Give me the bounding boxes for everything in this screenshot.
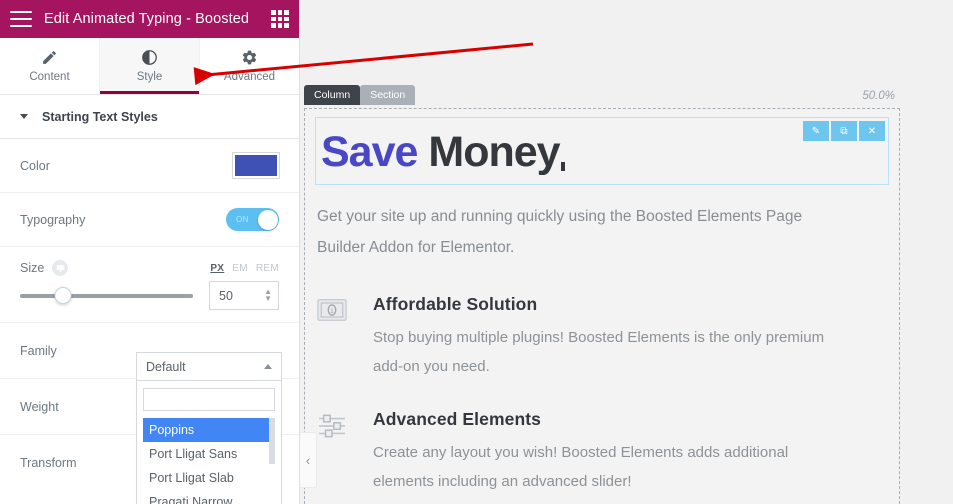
font-family-value: Default: [146, 359, 186, 374]
font-option-poppins[interactable]: Poppins: [143, 418, 275, 442]
feature-block-advanced: Advanced Elements Create any layout you …: [317, 409, 851, 496]
feature-block-affordable: 1 Affordable Solution Stop buying multip…: [317, 294, 851, 381]
size-slider[interactable]: [20, 287, 193, 305]
grid-apps-icon[interactable]: [271, 10, 289, 28]
chevron-up-icon: [264, 364, 272, 369]
collapse-panel-button[interactable]: ‹: [300, 432, 317, 488]
font-family-search-input[interactable]: [143, 388, 275, 411]
font-family-dropdown: Poppins Port Lligat Sans Port Lligat Sla…: [136, 381, 282, 504]
font-family-select-box[interactable]: Default: [136, 352, 282, 381]
hamburger-menu-icon[interactable]: [10, 11, 32, 27]
svg-text:1: 1: [330, 308, 334, 315]
feature-text: Advanced Elements Create any layout you …: [373, 409, 851, 496]
responsive-device-icon[interactable]: [52, 260, 69, 276]
spinner-down-icon[interactable]: ▼: [264, 295, 272, 303]
panel-tabs: Content Style Advanced: [0, 38, 299, 95]
size-spinner[interactable]: ▲ ▼: [264, 288, 272, 303]
size-units: PX EM REM: [210, 263, 279, 274]
heading-animated-part: Save: [321, 128, 418, 176]
transform-label: Transform: [20, 456, 77, 470]
tab-column[interactable]: Column: [304, 85, 361, 105]
font-family-option-list[interactable]: Poppins Port Lligat Sans Port Lligat Sla…: [143, 418, 275, 504]
feature-text: Affordable Solution Stop buying multiple…: [373, 294, 851, 381]
panel-title: Edit Animated Typing - Boosted: [44, 11, 250, 27]
caret-down-icon: [20, 114, 28, 119]
elementor-editor: Edit Animated Typing - Boosted Content S…: [0, 0, 953, 504]
banknote-icon: 1: [317, 294, 349, 327]
control-color: Color: [0, 139, 299, 193]
feature-description: Stop buying multiple plugins! Boosted El…: [373, 329, 825, 375]
tab-advanced-label: Advanced: [223, 71, 276, 83]
contrast-circle-icon: [141, 49, 158, 66]
toggle-knob: [257, 209, 278, 230]
column-outline: Save Money ✎ ⧉ ✕ Get your site up and ru…: [304, 108, 900, 504]
body-copy-text: Get your site up and running quickly usi…: [317, 208, 803, 256]
feature-title: Advanced Elements: [373, 409, 542, 429]
font-option-pragati-narrow[interactable]: Pragati Narrow: [143, 490, 275, 504]
tab-section[interactable]: Section: [360, 85, 416, 105]
heading-widget[interactable]: Save Money ✎ ⧉ ✕: [315, 117, 889, 185]
section-starting-text-styles[interactable]: Starting Text Styles: [0, 95, 299, 139]
feature-description: Create any layout you wish! Boosted Elem…: [373, 444, 789, 490]
preview-canvas: Column Section 50.0% Save Money ✎ ⧉ ✕ Ge…: [300, 0, 953, 504]
slider-track: [20, 293, 193, 298]
control-size-slider-row: 50 ▲ ▼: [0, 281, 299, 323]
weight-label: Weight: [20, 399, 59, 414]
control-size-header: Size PX EM REM: [0, 247, 299, 281]
unit-px[interactable]: PX: [210, 263, 224, 274]
typography-label: Typography: [20, 212, 86, 227]
typing-caret-icon: [560, 162, 565, 171]
font-option-port-lligat-sans[interactable]: Port Lligat Sans: [143, 442, 275, 466]
control-typography: Typography ON: [0, 193, 299, 247]
color-label: Color: [20, 158, 50, 173]
unit-rem[interactable]: REM: [256, 263, 279, 274]
feature-title: Affordable Solution: [373, 294, 538, 314]
gear-icon: [241, 49, 258, 66]
section-title: Starting Text Styles: [42, 109, 158, 124]
unit-em[interactable]: EM: [232, 263, 248, 274]
family-label: Family: [20, 343, 57, 358]
heading-static-part: Money: [417, 128, 560, 176]
tab-style-label: Style: [136, 71, 163, 83]
font-family-select: Default Poppins Port Lligat Sans Port Ll…: [136, 352, 282, 504]
element-tabs: Column Section: [304, 85, 416, 105]
typography-toggle[interactable]: ON: [226, 208, 279, 231]
tab-style[interactable]: Style: [100, 38, 200, 94]
dropdown-scrollbar[interactable]: [269, 418, 275, 464]
slider-knob[interactable]: [54, 287, 72, 304]
color-swatch[interactable]: [232, 152, 280, 179]
editor-panel: Edit Animated Typing - Boosted Content S…: [0, 0, 300, 504]
size-number-input[interactable]: 50 ▲ ▼: [209, 281, 279, 310]
remove-widget-button[interactable]: ✕: [859, 121, 885, 141]
pencil-icon: [41, 49, 58, 66]
zoom-level-label: 50.0%: [862, 90, 895, 102]
sliders-icon: [317, 409, 349, 444]
size-label: Size: [20, 261, 45, 275]
font-option-port-lligat-slab[interactable]: Port Lligat Slab: [143, 466, 275, 490]
duplicate-widget-button[interactable]: ⧉: [831, 121, 857, 141]
tab-content[interactable]: Content: [0, 38, 100, 94]
typography-toggle-text: ON: [236, 215, 249, 224]
edit-widget-button[interactable]: ✎: [803, 121, 829, 141]
panel-header: Edit Animated Typing - Boosted: [0, 0, 299, 38]
tab-content-label: Content: [29, 71, 70, 83]
size-value: 50: [219, 288, 233, 303]
widget-action-bar: ✎ ⧉ ✕: [803, 121, 885, 141]
tab-advanced[interactable]: Advanced: [200, 38, 299, 94]
